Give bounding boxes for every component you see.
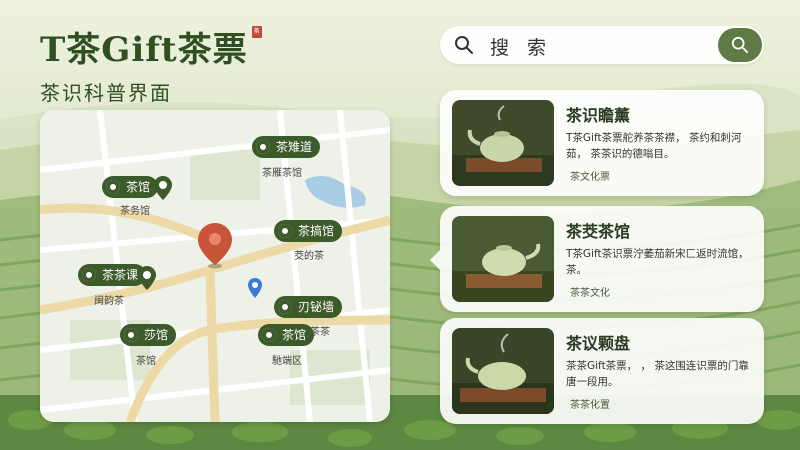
map-pin-4[interactable]: 茶茶课 (78, 264, 147, 286)
pin-label: 茶馆 (126, 180, 151, 194)
page-subtitle: 茶识科普界面 (40, 81, 172, 105)
map-pin-1[interactable]: 茶雉道 (252, 136, 321, 158)
card-tag: 茶文化票 (570, 172, 610, 183)
card-title: 茶识瞻薰 (566, 106, 631, 125)
pin-caption: 馳端区 (272, 356, 302, 367)
selected-location-marker-icon[interactable] (198, 223, 232, 269)
tea-card-3[interactable]: 茶议颗盘 茶茶Gift茶票， ， 茶这围连识票的门靠唐一段用。 茶茶化置 (440, 318, 764, 424)
pin-label: 茶雉道 (276, 140, 313, 154)
map-pin-3[interactable]: 茶搞馆 (274, 220, 343, 242)
pin-caption: 茭的茶 (294, 251, 324, 262)
card-tag: 茶茶化置 (570, 400, 610, 411)
card-description: T茶Gift茶识票泞萎茄新宋匚返时流馆， 茶。 (566, 248, 749, 276)
map-pin-2[interactable]: 茶馆 (102, 176, 159, 198)
brand-header: T茶Gift茶票茶 茶识科普界面 (40, 22, 262, 106)
app-title: T茶Gift茶票 (40, 30, 248, 70)
pin-label: 茶搞馆 (298, 224, 335, 238)
map-marker-icon (154, 176, 172, 200)
tea-map[interactable]: 茶雉道 茶雁茶馆 茶馆 茶务馆 茶搞馆 茭的茶 茶茶课 闽韵茶 刃铋墙 茶茶 莎… (40, 110, 390, 422)
pin-label: 茶馆 (282, 328, 307, 342)
tea-card-1[interactable]: 茶识瞻薰 T茶Gift茶票舵养茶茶襟， 茶约和刺河茹， 茶茶识的德嗡目。 茶文化… (440, 90, 764, 196)
search-icon (731, 36, 749, 54)
card-title: 茶议颗盘 (566, 334, 631, 353)
teapot-image (452, 100, 554, 186)
map-pin-6[interactable]: 莎馆 (120, 324, 177, 346)
pin-caption: 茶务馆 (120, 206, 150, 217)
card-title: 茶茭茶馆 (566, 222, 631, 241)
map-marker-icon (138, 266, 156, 290)
teapot-image (452, 328, 554, 414)
teapot-image (452, 216, 554, 302)
seal-stamp: 茶 (251, 26, 262, 38)
pin-caption: 闽韵茶 (94, 296, 124, 307)
map-pin-5[interactable]: 刃铋墙 (274, 296, 343, 318)
pin-label: 莎馆 (144, 328, 169, 342)
search-button[interactable] (718, 28, 762, 62)
card-description: T茶Gift茶票舵养茶茶襟， 茶约和刺河茹， 茶茶识的德嗡目。 (566, 132, 742, 160)
card-tag: 茶茶文化 (570, 288, 610, 299)
search-bar[interactable]: 搜 索 (440, 26, 764, 64)
card-pointer (430, 250, 440, 270)
pin-caption: 茶雁茶馆 (262, 168, 302, 179)
map-pin-7[interactable]: 茶馆 (258, 324, 315, 346)
search-icon (455, 36, 473, 54)
card-description: 茶茶Gift茶票， ， 茶这围连识票的门靠唐一段用。 (566, 360, 749, 388)
tea-card-2[interactable]: 茶茭茶馆 T茶Gift茶识票泞萎茄新宋匚返时流馆， 茶。 茶茶文化 (430, 206, 764, 312)
pin-label: 茶茶课 (102, 268, 139, 282)
pin-label: 刃铋墙 (298, 300, 335, 314)
current-location-icon (248, 278, 262, 298)
search-input[interactable]: 搜 索 (490, 33, 552, 60)
pin-caption: 茶馆 (136, 356, 156, 367)
